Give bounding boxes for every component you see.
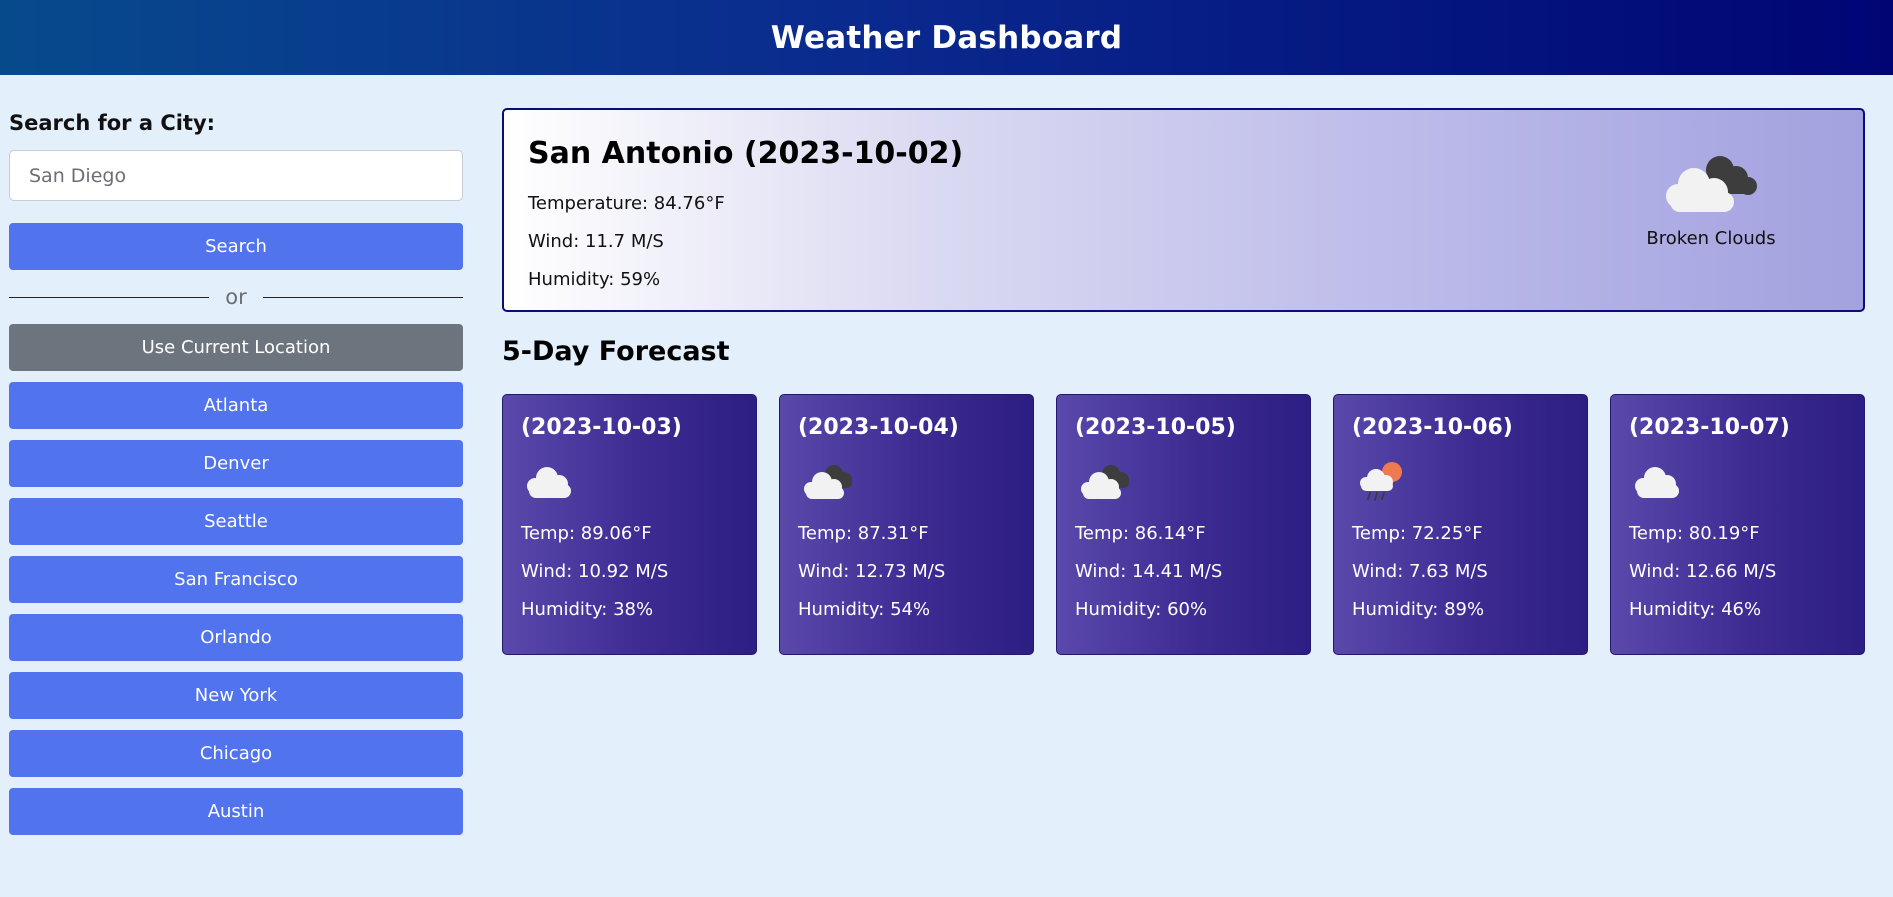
- history-button-austin[interactable]: Austin: [9, 788, 463, 835]
- forecast-temp: Temp: 86.14°F: [1075, 523, 1206, 544]
- forecast-date: (2023-10-06): [1352, 415, 1513, 440]
- search-button[interactable]: Search: [9, 223, 463, 270]
- broken-clouds-icon: [1075, 449, 1292, 515]
- sidebar: Search for a City: Search or Use Current…: [9, 108, 463, 835]
- forecast-temp: Temp: 87.31°F: [798, 523, 929, 544]
- forecast-date: (2023-10-07): [1629, 415, 1790, 440]
- broken-clouds-icon: [1639, 148, 1783, 220]
- forecast-list: (2023-10-03) Temp: 89.06°F Wind: 10.92 M…: [502, 394, 1865, 655]
- forecast-wind: Wind: 7.63 M/S: [1352, 561, 1488, 582]
- forecast-card: (2023-10-07) Temp: 80.19°F Wind: 12.66 M…: [1610, 394, 1865, 655]
- forecast-wind: Wind: 12.66 M/S: [1629, 561, 1777, 582]
- forecast-humidity: Humidity: 54%: [798, 599, 931, 620]
- use-current-location-button[interactable]: Use Current Location: [9, 324, 463, 371]
- page-title: Weather Dashboard: [770, 19, 1123, 56]
- cloud-icon: [1629, 449, 1846, 515]
- broken-clouds-icon: [798, 449, 1015, 515]
- forecast-wind: Wind: 10.92 M/S: [521, 561, 669, 582]
- history-button-denver[interactable]: Denver: [9, 440, 463, 487]
- search-label: Search for a City:: [9, 111, 216, 135]
- forecast-humidity: Humidity: 46%: [1629, 599, 1762, 620]
- current-weather-card: San Antonio (2023-10-02) Temperature: 84…: [502, 108, 1865, 312]
- history-button-san-francisco[interactable]: San Francisco: [9, 556, 463, 603]
- history-button-new-york[interactable]: New York: [9, 672, 463, 719]
- forecast-card: (2023-10-03) Temp: 89.06°F Wind: 10.92 M…: [502, 394, 757, 655]
- forecast-temp: Temp: 80.19°F: [1629, 523, 1760, 544]
- forecast-title: 5-Day Forecast: [502, 336, 730, 367]
- app-header: Weather Dashboard: [0, 0, 1893, 75]
- current-description: Broken Clouds: [1646, 228, 1776, 249]
- forecast-wind: Wind: 14.41 M/S: [1075, 561, 1223, 582]
- forecast-date: (2023-10-03): [521, 415, 682, 440]
- forecast-card: (2023-10-06) Temp: 72.25°F Wind: 7.63 M/…: [1333, 394, 1588, 655]
- cloud-icon: [521, 449, 738, 515]
- rain-sun-icon: [1352, 449, 1569, 515]
- divider-line-right: [263, 297, 463, 298]
- divider-text: or: [225, 285, 247, 309]
- forecast-temp: Temp: 89.06°F: [521, 523, 652, 544]
- current-condition: Broken Clouds: [1639, 148, 1783, 249]
- forecast-humidity: Humidity: 38%: [521, 599, 654, 620]
- divider-line-left: [9, 297, 209, 298]
- forecast-date: (2023-10-05): [1075, 415, 1236, 440]
- search-history: Atlanta Denver Seattle San Francisco Orl…: [9, 382, 463, 835]
- forecast-date: (2023-10-04): [798, 415, 959, 440]
- current-humidity: Humidity: 59%: [528, 269, 661, 290]
- forecast-temp: Temp: 72.25°F: [1352, 523, 1483, 544]
- forecast-card: (2023-10-05) Temp: 86.14°F Wind: 14.41 M…: [1056, 394, 1311, 655]
- history-button-orlando[interactable]: Orlando: [9, 614, 463, 661]
- search-input[interactable]: [9, 150, 463, 201]
- history-button-seattle[interactable]: Seattle: [9, 498, 463, 545]
- or-divider: or: [9, 280, 463, 314]
- forecast-wind: Wind: 12.73 M/S: [798, 561, 946, 582]
- forecast-humidity: Humidity: 60%: [1075, 599, 1208, 620]
- forecast-humidity: Humidity: 89%: [1352, 599, 1485, 620]
- history-button-atlanta[interactable]: Atlanta: [9, 382, 463, 429]
- history-button-chicago[interactable]: Chicago: [9, 730, 463, 777]
- forecast-card: (2023-10-04) Temp: 87.31°F Wind: 12.73 M…: [779, 394, 1034, 655]
